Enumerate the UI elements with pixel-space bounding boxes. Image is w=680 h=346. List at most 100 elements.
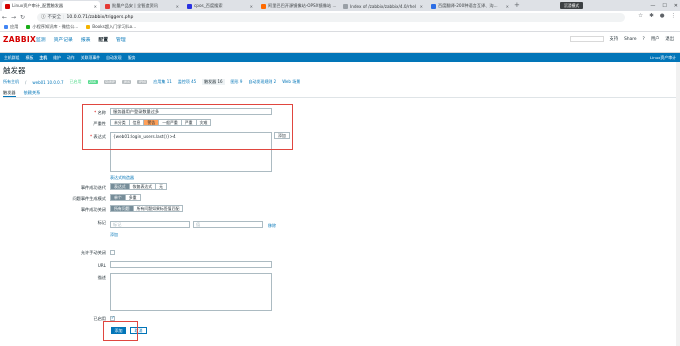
site-favicon-icon — [105, 3, 110, 9]
menu-inventory[interactable]: 资产记录 — [54, 36, 73, 43]
tag-add-link[interactable]: 添加 — [110, 232, 118, 238]
bookmark-item[interactable]: 小程序知识库 - 微信公... — [26, 24, 78, 30]
ok-close-selector: 所有问题 所有问题如果标签值匹配 — [110, 205, 184, 212]
wechat-icon — [26, 25, 31, 29]
problem-mode-single[interactable]: 单个 — [111, 195, 126, 200]
problem-mode-multiple[interactable]: 多重 — [126, 195, 140, 200]
close-icon[interactable]: ✕ — [92, 4, 97, 9]
address-bar[interactable]: ⓘ 不安全 | 10.0.0.71/zabbix/triggers.php — [37, 12, 625, 22]
page-scrollbar[interactable] — [676, 62, 680, 346]
crumb-all-hosts[interactable]: 所有主机 — [3, 79, 19, 85]
translate-favicon-icon — [431, 3, 436, 9]
tab-trigger[interactable]: 触发器 — [3, 90, 16, 97]
crumb-discovery-rules[interactable]: 自动发现规则 2 — [248, 79, 276, 85]
browser-toolbar: ← → ↻ ⓘ 不安全 | 10.0.0.71/zabbix/triggers.… — [0, 11, 680, 23]
bookmark-apps[interactable]: 应用 — [4, 24, 18, 30]
window-close-icon[interactable]: ✕ — [674, 3, 678, 9]
crumb-graphs[interactable]: 图形 9 — [231, 79, 243, 85]
profile-icon[interactable]: ● — [660, 13, 665, 19]
tab-title: 阿里巴巴开源镜像站-OPSX镜像站 ... — [268, 3, 337, 8]
browser-tab[interactable]: 百度翻译-200种语言互译、沟... ✕ — [428, 1, 512, 11]
menu-monitoring[interactable]: 监测 — [36, 36, 46, 43]
help-icon[interactable]: ? — [643, 37, 645, 42]
close-icon[interactable]: ✕ — [248, 4, 253, 9]
menu-administration[interactable]: 管理 — [116, 36, 126, 43]
event-gen-selector: 表达式 恢复表达式 无 — [110, 183, 168, 190]
tab-title: 百度翻译-200种语言互译、沟... — [438, 3, 498, 8]
maximize-icon[interactable]: ☐ — [662, 3, 666, 9]
submenu-hosts[interactable]: 主机 — [39, 55, 47, 61]
support-link[interactable]: 支持 — [610, 36, 619, 42]
crumb-web-scenarios[interactable]: Web 场景 — [282, 79, 300, 85]
header-tools: 支持 Share ? 用户 退出 — [569, 36, 674, 42]
event-gen-expression[interactable]: 表达式 — [111, 184, 130, 189]
event-gen-none[interactable]: 无 — [156, 184, 166, 189]
logout-icon[interactable]: 退出 — [665, 36, 674, 42]
crumb-separator: / — [25, 79, 27, 85]
share-link[interactable]: Share — [624, 37, 636, 42]
ok-close-all[interactable]: 所有问题 — [111, 206, 134, 211]
forward-icon[interactable]: → — [9, 14, 18, 21]
ok-close-tag-match[interactable]: 所有问题如果标签值匹配 — [134, 206, 183, 211]
crumb-items[interactable]: 监控项 45 — [178, 79, 196, 85]
tags-label: 标记 — [97, 220, 106, 225]
minimize-icon[interactable]: — — [650, 3, 655, 9]
menu-icon[interactable]: ⋮ — [671, 13, 677, 19]
tab-dependencies[interactable]: 依赖关系 — [24, 90, 41, 97]
crumb-triggers[interactable]: 触发器 16 — [202, 79, 225, 85]
menu-reports[interactable]: 报表 — [81, 36, 91, 43]
url-input[interactable] — [110, 261, 272, 268]
baidu-favicon-icon — [187, 3, 192, 9]
description-textarea[interactable] — [110, 273, 272, 311]
event-gen-label: 事件成功迭代 — [80, 185, 106, 190]
enabled-label: 已启用 — [93, 316, 106, 321]
submenu-actions[interactable]: 动作 — [67, 55, 75, 61]
zabbix-logo[interactable]: ZABBIX — [3, 35, 36, 44]
manual-close-checkbox[interactable] — [110, 250, 115, 255]
global-search-input[interactable] — [569, 36, 604, 42]
tag-value-input[interactable]: 值 — [193, 221, 263, 228]
user-profile-icon[interactable]: 用户 — [651, 36, 660, 42]
tag-name-input[interactable]: 标记 — [110, 221, 190, 228]
host-status: 已启用 — [69, 79, 82, 84]
bookmark-item[interactable]: Books超入门学习(Lo... — [86, 24, 136, 30]
page-favicon-icon — [343, 3, 348, 9]
info-icon[interactable]: ⓘ — [41, 14, 46, 20]
close-icon[interactable]: ✕ — [336, 4, 338, 9]
submenu-discovery[interactable]: 自动发现 — [106, 55, 122, 61]
browser-tab[interactable]: 批量产品安 | 全智造资讯 ✕ — [102, 1, 182, 11]
submenu-correlation[interactable]: 关联项事件 — [81, 55, 100, 61]
back-icon[interactable]: ← — [0, 14, 9, 21]
zabbix-favicon-icon — [5, 3, 10, 9]
browser-tab[interactable]: cpos_百度搜索 ✕ — [184, 1, 256, 11]
submenu-host-groups[interactable]: 主机群组 — [4, 55, 20, 61]
event-gen-recovery[interactable]: 恢复表达式 — [130, 184, 157, 189]
tab-title: Linux资产审计_配置触发器 — [12, 3, 64, 8]
close-icon[interactable]: ✕ — [418, 4, 423, 9]
manual-close-label: 允许手动关闭 — [80, 250, 106, 255]
submenu-templates[interactable]: 模板 — [26, 55, 34, 61]
extension-icon[interactable]: ✱ — [649, 13, 654, 19]
problem-mode-selector: 单个 多重 — [110, 194, 141, 201]
immersive-mode-popup[interactable]: 沉浸模式 — [560, 2, 584, 9]
new-tab-button[interactable]: + — [514, 1, 520, 9]
close-icon[interactable]: ✕ — [174, 4, 179, 9]
star-icon[interactable]: ☆ — [638, 13, 643, 19]
aliyun-favicon-icon — [261, 3, 266, 9]
crumb-applications[interactable]: 应用集 11 — [153, 79, 171, 85]
browser-tab[interactable]: Index of /zabbix/zabbix/4.0/rhel ✕ — [340, 1, 426, 11]
tab-title: Index of /zabbix/zabbix/4.0/rhel — [350, 3, 417, 9]
crumb-host[interactable]: web01 10.0.0.7 — [32, 80, 63, 85]
expression-constructor-link[interactable]: 表达式构造器 — [110, 175, 134, 181]
reload-icon[interactable]: ↻ — [18, 14, 27, 21]
browser-tab[interactable]: 阿里巴巴开源镜像站-OPSX镜像站 ... ✕ — [258, 1, 338, 11]
browser-tab-active[interactable]: Linux资产审计_配置触发器 ✕ — [2, 1, 100, 11]
close-icon[interactable]: ✕ — [504, 4, 509, 9]
tag-remove-link[interactable]: 移除 — [268, 223, 276, 229]
menu-configuration[interactable]: 配置 — [98, 36, 108, 43]
apps-icon — [4, 25, 8, 29]
tab-title: cpos_百度搜索 — [194, 3, 223, 8]
submenu-services[interactable]: 服务 — [128, 55, 136, 61]
submenu-maintenance[interactable]: 维护 — [53, 55, 61, 61]
problem-mode-label: 问题事件生成模式 — [72, 196, 106, 201]
